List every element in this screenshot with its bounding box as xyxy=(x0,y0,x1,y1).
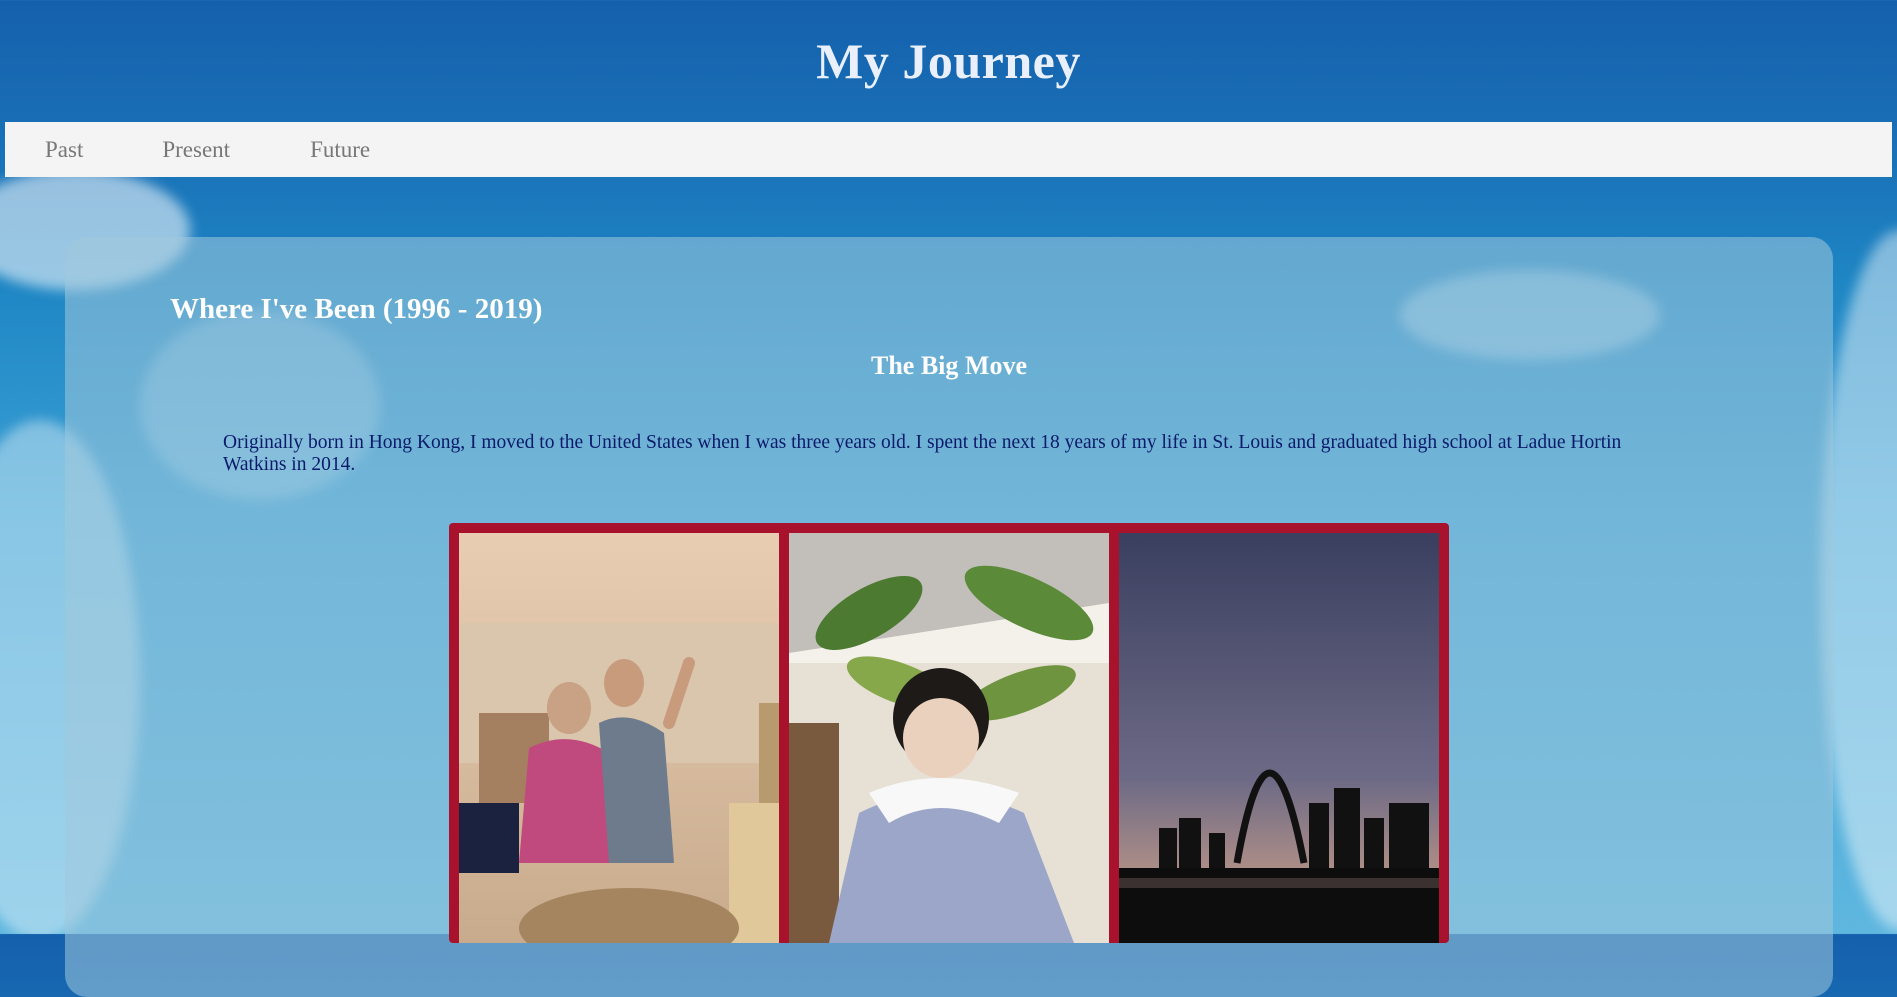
nav-item-past[interactable]: Past xyxy=(45,137,83,163)
section-title: Where I've Been (1996 - 2019) xyxy=(170,293,543,325)
child-photo xyxy=(789,533,1109,943)
site-title: My Journey xyxy=(816,33,1081,89)
gateway-arch-photo xyxy=(1119,533,1439,943)
nav-item-present[interactable]: Present xyxy=(162,137,230,163)
content-panel: Where I've Been (1996 - 2019) The Big Mo… xyxy=(65,237,1833,997)
photo-gallery xyxy=(449,523,1449,943)
parents-photo xyxy=(459,533,779,943)
main-nav: Past Present Future xyxy=(5,122,1892,177)
site-header: My Journey xyxy=(0,0,1897,122)
section-subtitle: The Big Move xyxy=(871,351,1027,380)
section-paragraph: Originally born in Hong Kong, I moved to… xyxy=(223,432,1622,475)
nav-item-future[interactable]: Future xyxy=(310,137,370,163)
